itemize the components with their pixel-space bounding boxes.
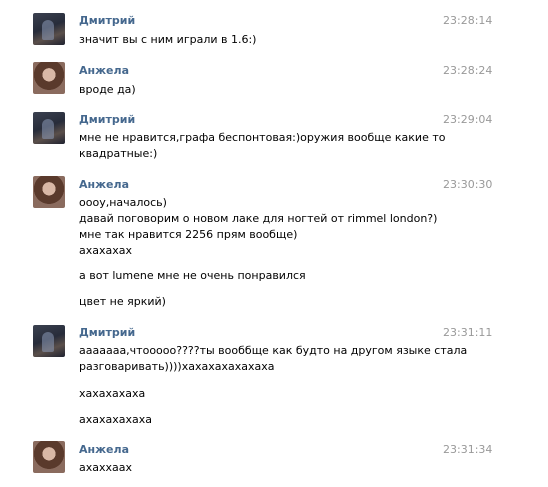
- message-text: ахахахах: [79, 244, 133, 257]
- message-text: давай поговорим о новом лаке для ногтей …: [79, 212, 438, 225]
- avatar[interactable]: [33, 112, 65, 144]
- author-name[interactable]: Дмитрий: [79, 113, 135, 126]
- message-timestamp[interactable]: 23:31:34: [443, 443, 492, 456]
- avatar[interactable]: [33, 13, 65, 45]
- author-name[interactable]: Анжела: [79, 64, 129, 77]
- message-text: а вот lumene мне не очень понравился: [79, 269, 306, 282]
- message-timestamp[interactable]: 23:28:24: [443, 64, 492, 77]
- message-text: хахахахаха: [79, 387, 146, 400]
- message-feed: Дмитрий 23:28:14 значит вы с ним играли …: [0, 0, 548, 487]
- author-name[interactable]: Дмитрий: [79, 14, 135, 27]
- message-text: вроде да): [79, 83, 136, 96]
- message-text: значит вы с ним играли в 1.6:): [79, 33, 257, 46]
- avatar[interactable]: [33, 62, 65, 94]
- message-timestamp[interactable]: 23:31:11: [443, 326, 492, 339]
- message-timestamp[interactable]: 23:29:04: [443, 113, 492, 126]
- message-text: разговаривать))))хахахахахахаха: [79, 360, 275, 373]
- message-text: мне не нравится,графа беспонтовая:)оружи…: [79, 131, 446, 144]
- author-name[interactable]: Анжела: [79, 178, 129, 191]
- message-text: ахахахахаха: [79, 413, 152, 426]
- message-timestamp[interactable]: 23:28:14: [443, 14, 492, 27]
- avatar[interactable]: [33, 441, 65, 473]
- avatar[interactable]: [33, 176, 65, 208]
- author-name[interactable]: Дмитрий: [79, 326, 135, 339]
- avatar[interactable]: [33, 325, 65, 357]
- author-name[interactable]: Анжела: [79, 443, 129, 456]
- message-text: квадратные:): [79, 147, 158, 160]
- message-text: оооу,началось): [79, 196, 167, 209]
- message-text: мне так нравится 2256 прям вообще): [79, 228, 298, 241]
- message-text: цвет не яркий): [79, 295, 166, 308]
- message-text: ахаххаах: [79, 461, 133, 474]
- message-text: ааааааа,чтооооо????ты вооббще как будто …: [79, 344, 468, 357]
- message-timestamp[interactable]: 23:30:30: [443, 178, 492, 191]
